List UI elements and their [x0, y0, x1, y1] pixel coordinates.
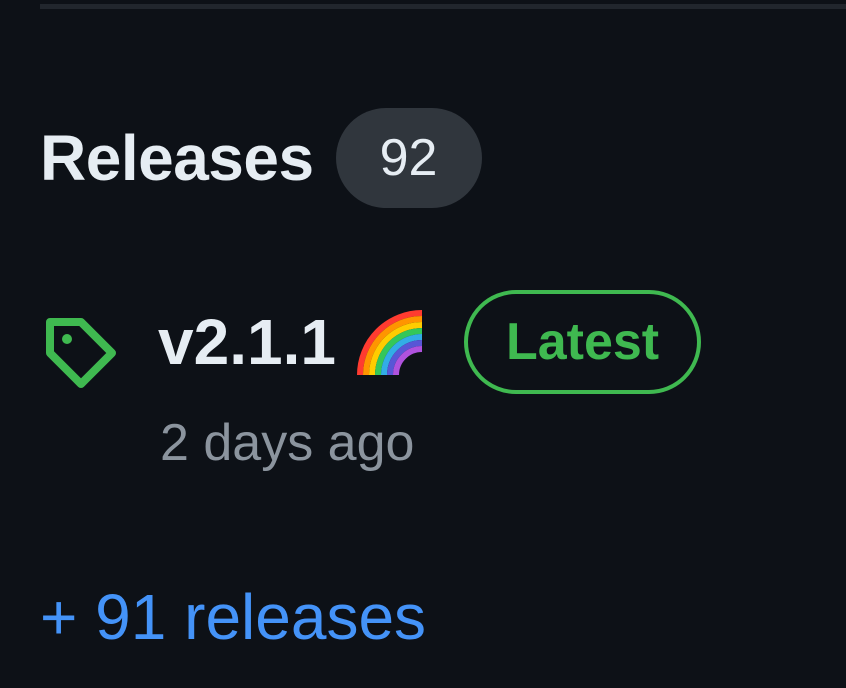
top-divider: [40, 4, 846, 9]
release-version[interactable]: v2.1.1: [158, 310, 336, 374]
latest-release-item[interactable]: v2.1.1 Latest 2 days ago: [40, 290, 820, 490]
releases-heading-link[interactable]: Releases: [40, 126, 314, 190]
tag-icon: [46, 318, 116, 388]
latest-badge: Latest: [463, 290, 702, 394]
release-title-line: v2.1.1 Latest: [158, 290, 702, 394]
release-date: 2 days ago: [160, 414, 415, 472]
releases-header: Releases 92: [40, 108, 482, 208]
rainbow-icon: [356, 310, 423, 376]
more-releases-link[interactable]: + 91 releases: [40, 582, 426, 653]
releases-count-badge: 92: [335, 108, 482, 208]
